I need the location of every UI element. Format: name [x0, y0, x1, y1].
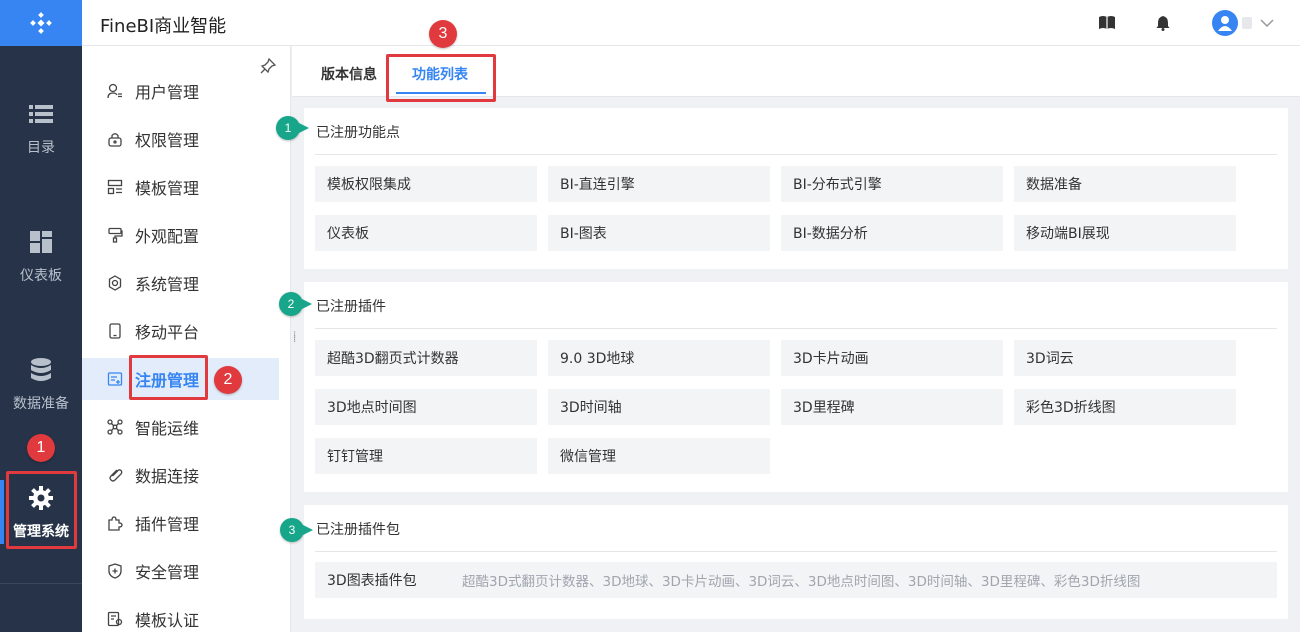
sidebar-item-label: 移动平台	[135, 323, 200, 342]
database-icon	[28, 357, 54, 383]
admin-sidebar: 用户管理 权限管理 模板管理 外观配置 系统管理 移动平台 注册管理 智能运维 …	[82, 46, 291, 632]
sidebar-item-template-cert[interactable]: 模板认证	[82, 598, 279, 632]
sidebar-item-ops[interactable]: 智能运维	[82, 406, 279, 448]
section-title: 已注册插件包	[316, 522, 400, 538]
template-icon	[106, 178, 124, 196]
ops-icon	[106, 418, 124, 436]
feature-chip: BI-图表	[548, 215, 770, 251]
app-logo[interactable]	[0, 0, 82, 46]
divider	[315, 328, 1277, 329]
package-row: 3D图表插件包 超酷3D式翻页计数器、3D地球、3D卡片动画、3D词云、3D地点…	[315, 562, 1277, 598]
plugin-chip: 3D时间轴	[548, 389, 770, 425]
lock-icon	[106, 130, 124, 148]
annotation-badge: 2	[214, 366, 242, 394]
rail-item-catalog[interactable]: 目录	[0, 84, 82, 174]
plugin-chip: 9.0 3D地球	[548, 340, 770, 376]
package-contents: 超酷3D式翻页计数器、3D地球、3D卡片动画、3D词云、3D地点时间图、3D时间…	[462, 574, 1141, 590]
plugin-chip: 3D里程碑	[781, 389, 1003, 425]
dashboard-icon	[28, 229, 54, 255]
sidebar-item-appearance[interactable]: 外观配置	[82, 214, 279, 256]
sidebar-item-label: 安全管理	[135, 563, 200, 582]
settings-icon	[106, 274, 124, 292]
sidebar-item-permissions[interactable]: 权限管理	[82, 118, 279, 160]
sidebar-item-templates[interactable]: 模板管理	[82, 166, 279, 208]
top-header: FineBI商业智能	[82, 0, 1300, 46]
feature-chip: 模板权限集成	[315, 166, 537, 202]
bell-icon[interactable]	[1154, 14, 1172, 32]
avatar[interactable]	[1212, 10, 1238, 36]
plugin-chip: 3D卡片动画	[781, 340, 1003, 376]
plugin-chip: 超酷3D翻页式计数器	[315, 340, 537, 376]
feature-chip: 仪表板	[315, 215, 537, 251]
annotation-box-feature-tab	[386, 54, 496, 102]
rail-item-label: 目录	[27, 140, 55, 156]
sidebar-item-mobile[interactable]: 移动平台	[82, 310, 279, 352]
sidebar-item-system[interactable]: 系统管理	[82, 262, 279, 304]
sidebar-item-label: 数据连接	[135, 467, 200, 486]
sidebar-item-label: 权限管理	[135, 131, 200, 150]
section-title: 已注册插件	[316, 299, 386, 315]
sidebar-resize-handle[interactable]: ⁞ ⁞	[293, 331, 299, 350]
sidebar-item-label: 外观配置	[135, 227, 200, 246]
link-icon	[106, 466, 124, 484]
section-title: 已注册功能点	[316, 125, 400, 141]
registered-features-panel: 已注册功能点 模板权限集成 BI-直连引擎 BI-分布式引擎 数据准备 仪表板 …	[304, 108, 1288, 269]
book-icon[interactable]	[1098, 14, 1116, 32]
divider	[315, 551, 1277, 552]
plugin-chip: 3D词云	[1014, 340, 1236, 376]
sidebar-item-label: 系统管理	[135, 275, 200, 294]
rail-item-label: 数据准备	[13, 396, 69, 412]
annotation-marker: 2	[279, 292, 312, 316]
sidebar-item-label: 用户管理	[135, 83, 200, 102]
app-title: FineBI商业智能	[100, 16, 227, 37]
rail-item-label: 仪表板	[20, 268, 62, 284]
sidebar-item-label: 插件管理	[135, 515, 200, 534]
logo-icon	[30, 12, 52, 34]
rail-item-dashboard[interactable]: 仪表板	[0, 212, 82, 302]
register-icon	[106, 370, 124, 388]
sidebar-item-plugins[interactable]: 插件管理	[82, 502, 279, 544]
plugin-chip: 彩色3D折线图	[1014, 389, 1236, 425]
feature-chip: BI-分布式引擎	[781, 166, 1003, 202]
list-icon	[28, 101, 54, 127]
sidebar-item-label: 智能运维	[135, 419, 200, 438]
certificate-icon	[106, 610, 124, 628]
sidebar-item-security[interactable]: 安全管理	[82, 550, 279, 592]
divider	[315, 154, 1277, 155]
user-icon	[106, 82, 124, 100]
plugin-chip: 3D地点时间图	[315, 389, 537, 425]
rail-divider	[0, 583, 82, 584]
brush-icon	[106, 226, 124, 244]
plugin-chip: 钉钉管理	[315, 438, 537, 474]
sidebar-item-label: 模板认证	[135, 611, 200, 630]
plugin-chip: 微信管理	[548, 438, 770, 474]
package-name: 3D图表插件包	[327, 573, 417, 589]
tab-version-info[interactable]: 版本信息	[321, 64, 377, 84]
annotation-badge: 1	[27, 434, 55, 462]
feature-chip: 数据准备	[1014, 166, 1236, 202]
registered-packages-panel: 已注册插件包 3D图表插件包 超酷3D式翻页计数器、3D地球、3D卡片动画、3D…	[304, 505, 1288, 619]
annotation-box-registration	[129, 355, 208, 400]
username-redacted	[1242, 17, 1252, 29]
chevron-down-icon[interactable]	[1258, 14, 1276, 32]
annotation-marker: 1	[276, 116, 309, 140]
sidebar-item-data-connection[interactable]: 数据连接	[82, 454, 279, 496]
annotation-badge: 3	[429, 20, 457, 48]
feature-chip: 移动端BI展现	[1014, 215, 1236, 251]
registered-plugins-panel: 已注册插件 超酷3D翻页式计数器 9.0 3D地球 3D卡片动画 3D词云 3D…	[304, 282, 1288, 492]
user-avatar-icon	[1218, 16, 1232, 31]
rail-item-data-prep[interactable]: 数据准备	[0, 340, 82, 430]
sidebar-item-label: 模板管理	[135, 179, 200, 198]
shield-icon	[106, 562, 124, 580]
feature-chip: BI-数据分析	[781, 215, 1003, 251]
mobile-icon	[106, 322, 124, 340]
annotation-box-admin	[6, 471, 77, 549]
sidebar-item-users[interactable]: 用户管理	[82, 70, 279, 112]
annotation-marker: 3	[280, 518, 313, 542]
plugin-icon	[106, 514, 124, 532]
feature-chip: BI-直连引擎	[548, 166, 770, 202]
